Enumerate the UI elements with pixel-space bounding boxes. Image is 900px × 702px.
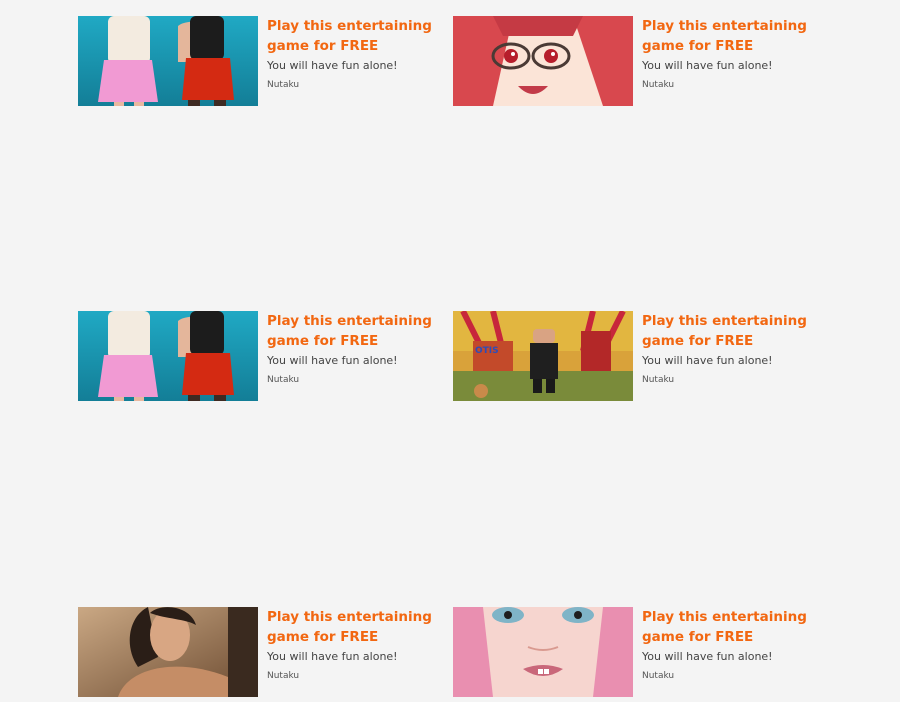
- ad-source: Nutaku: [642, 80, 675, 90]
- ad-source: Nutaku: [642, 671, 675, 681]
- game-scene-name: OTIS: [475, 346, 499, 356]
- ad-card-3[interactable]: Play this entertaining game for FREE You…: [78, 311, 438, 401]
- dressed-women-thumbnail[interactable]: [78, 311, 258, 401]
- ad-card-2[interactable]: Play this entertaining game for FREE You…: [453, 16, 813, 106]
- ad-source: Nutaku: [267, 671, 300, 681]
- ad-title[interactable]: Play this entertaining game for FREE: [267, 16, 442, 56]
- ad-source: Nutaku: [642, 375, 675, 385]
- ad-source: Nutaku: [267, 375, 300, 385]
- ad-card-4[interactable]: OTIS Play this entertaining game for FRE…: [453, 311, 813, 401]
- ad-title[interactable]: Play this entertaining game for FREE: [642, 311, 817, 351]
- ad-card-6[interactable]: Play this entertaining game for FREE You…: [453, 607, 813, 697]
- ad-description: You will have fun alone!: [642, 59, 773, 72]
- ad-title[interactable]: Play this entertaining game for FREE: [267, 311, 442, 351]
- ad-description: You will have fun alone!: [642, 650, 773, 663]
- ad-description: You will have fun alone!: [267, 650, 398, 663]
- ad-description: You will have fun alone!: [642, 354, 773, 367]
- anime-girl-glasses-thumbnail[interactable]: [453, 16, 633, 106]
- game-scene-thumbnail[interactable]: OTIS: [453, 311, 633, 401]
- dressed-women-thumbnail[interactable]: [78, 16, 258, 106]
- pink-hair-girl-thumbnail[interactable]: [453, 607, 633, 697]
- ad-description: You will have fun alone!: [267, 59, 398, 72]
- ad-description: You will have fun alone!: [267, 354, 398, 367]
- woman-portrait-thumbnail[interactable]: [78, 607, 258, 697]
- ad-card-5[interactable]: Play this entertaining game for FREE You…: [78, 607, 438, 697]
- ad-title[interactable]: Play this entertaining game for FREE: [642, 16, 817, 56]
- ad-source: Nutaku: [267, 80, 300, 90]
- ad-title[interactable]: Play this entertaining game for FREE: [642, 607, 817, 647]
- ad-title[interactable]: Play this entertaining game for FREE: [267, 607, 442, 647]
- ad-grid: Play this entertaining game for FREE You…: [0, 0, 900, 702]
- ad-card-1[interactable]: Play this entertaining game for FREE You…: [78, 16, 438, 106]
